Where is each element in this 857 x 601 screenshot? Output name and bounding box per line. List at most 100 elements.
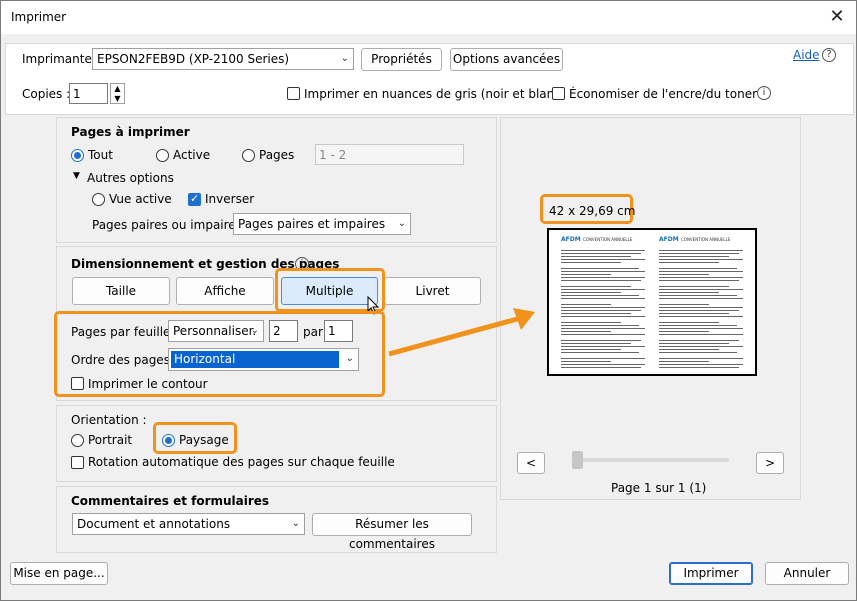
page-info: Page 1 sur 1 (1) bbox=[611, 481, 707, 495]
columns-input[interactable]: 2 bbox=[269, 320, 298, 342]
preview-text-line bbox=[659, 367, 739, 368]
pages-per-sheet-label: Pages par feuille : bbox=[71, 325, 179, 339]
chevron-down-icon: ⌄ bbox=[397, 218, 406, 229]
pages-current-radio[interactable] bbox=[156, 149, 169, 162]
preview-text-line bbox=[561, 250, 645, 251]
save-ink-label: Économiser de l'encre/du toner bbox=[569, 87, 758, 101]
prev-page-button[interactable]: < bbox=[517, 452, 545, 474]
window-title: Imprimer bbox=[11, 10, 67, 24]
more-options-label[interactable]: Autres options bbox=[87, 171, 174, 185]
page-order-value: Horizontal bbox=[171, 351, 339, 368]
portrait-radio[interactable] bbox=[71, 434, 84, 447]
page-slider-thumb[interactable] bbox=[572, 451, 583, 469]
info-icon[interactable]: i bbox=[757, 86, 771, 100]
print-border-checkbox[interactable] bbox=[71, 377, 84, 390]
preview-text-line bbox=[561, 310, 641, 311]
preview-text-line bbox=[561, 307, 645, 308]
copies-input[interactable]: 1 bbox=[69, 83, 108, 104]
preview-text-line bbox=[659, 358, 743, 359]
current-view-radio[interactable] bbox=[92, 193, 105, 206]
pages-all-label: Tout bbox=[88, 148, 113, 162]
page-setup-button[interactable]: Mise en page... bbox=[10, 562, 108, 585]
preview-text-line bbox=[561, 343, 631, 344]
reverse-checkbox[interactable] bbox=[188, 192, 201, 206]
print-dialog: Imprimer ✕ Imprimante : EPSON2FEB9D (XP-… bbox=[0, 0, 857, 601]
by-label: par bbox=[303, 325, 323, 339]
odd-even-value: Pages paires et impaires bbox=[238, 217, 386, 231]
preview-text-line bbox=[561, 277, 645, 278]
preview-text-line bbox=[561, 271, 645, 272]
reverse-label: Inverser bbox=[205, 192, 255, 206]
tab-size[interactable]: Taille bbox=[72, 277, 170, 305]
pages-range-label: Pages bbox=[259, 148, 295, 162]
preview-text-line bbox=[561, 268, 639, 269]
current-view-label: Vue active bbox=[109, 192, 172, 206]
printer-value: EPSON2FEB9D (XP-2100 Series) bbox=[97, 52, 290, 66]
preview-text-line bbox=[659, 253, 739, 254]
doc-logo-left: AFDM bbox=[561, 236, 581, 243]
landscape-label: Paysage bbox=[179, 433, 229, 447]
help-link[interactable]: Aide bbox=[793, 48, 820, 62]
preview-text-line bbox=[561, 253, 641, 254]
preview-text-line bbox=[659, 262, 719, 263]
preview-text-line bbox=[561, 367, 641, 368]
preview-text-line bbox=[561, 331, 611, 332]
preview-text-line bbox=[561, 325, 639, 326]
preview-text-line bbox=[561, 349, 621, 350]
rows-input[interactable]: 1 bbox=[324, 320, 353, 342]
advanced-options-button[interactable]: Options avancées bbox=[450, 48, 563, 71]
preview-text-line bbox=[659, 310, 739, 311]
print-button[interactable]: Imprimer bbox=[669, 562, 753, 585]
preview-text-line bbox=[561, 361, 611, 362]
summarize-comments-button[interactable]: Résumer les commentaires bbox=[312, 513, 472, 551]
page-slider-track[interactable] bbox=[572, 458, 729, 462]
preview-text-line bbox=[659, 343, 729, 344]
comments-select[interactable]: Document et annotations ⌄ bbox=[72, 513, 305, 535]
page-order-select[interactable]: Horizontal ⌄ bbox=[168, 348, 359, 371]
preview-text-line bbox=[659, 322, 719, 323]
preview-text-line bbox=[659, 340, 739, 341]
preview-text-line bbox=[659, 304, 709, 305]
tab-booklet[interactable]: Livret bbox=[384, 277, 481, 305]
preview-text-line bbox=[561, 364, 645, 365]
next-page-button[interactable]: > bbox=[756, 452, 784, 474]
odd-even-label: Pages paires ou impaires : bbox=[92, 218, 250, 232]
preview-text-line bbox=[561, 292, 621, 293]
preview-text-line bbox=[561, 295, 639, 296]
comments-value: Document et annotations bbox=[77, 517, 231, 531]
auto-rotate-checkbox[interactable] bbox=[71, 456, 84, 469]
printer-label: Imprimante : bbox=[22, 52, 100, 66]
pages-range-radio[interactable] bbox=[242, 149, 255, 162]
pages-current-label: Active bbox=[173, 148, 211, 162]
odd-even-select[interactable]: Pages paires et impaires ⌄ bbox=[233, 213, 411, 235]
preview-text-line bbox=[659, 277, 743, 278]
page-order-label: Ordre des pages : bbox=[71, 353, 178, 367]
grayscale-checkbox[interactable] bbox=[287, 87, 300, 100]
preview-text-line bbox=[561, 298, 645, 299]
copies-stepper[interactable]: ▲ ▼ bbox=[110, 83, 125, 104]
pages-per-sheet-select[interactable]: Personnaliser. ⌄ bbox=[168, 320, 264, 342]
preview-text-line bbox=[659, 331, 709, 332]
collapse-triangle-icon[interactable]: ▼ bbox=[73, 171, 80, 181]
save-ink-checkbox[interactable] bbox=[552, 87, 565, 100]
help-icon[interactable]: ? bbox=[822, 48, 836, 62]
preview-text-line bbox=[659, 316, 743, 317]
title-bar: Imprimer ✕ bbox=[1, 1, 856, 34]
chevron-down-icon: ⌄ bbox=[345, 353, 354, 364]
preview-text-line bbox=[659, 328, 743, 329]
doc-text-left bbox=[561, 250, 645, 370]
preview-text-line bbox=[561, 352, 639, 353]
cancel-button[interactable]: Annuler bbox=[765, 562, 849, 585]
preview-text-line bbox=[561, 322, 621, 323]
preview-text-line bbox=[659, 313, 729, 314]
close-icon[interactable]: ✕ bbox=[826, 6, 848, 28]
tab-poster[interactable]: Affiche bbox=[176, 277, 274, 305]
preview-text-line bbox=[659, 334, 743, 335]
pages-all-radio[interactable] bbox=[71, 149, 84, 162]
pages-range-input[interactable]: 1 - 2 bbox=[315, 144, 464, 165]
landscape-radio[interactable] bbox=[162, 434, 175, 447]
printer-select[interactable]: EPSON2FEB9D (XP-2100 Series) ⌄ bbox=[92, 48, 354, 70]
preview-text-line bbox=[659, 280, 739, 281]
preview-text-line bbox=[659, 346, 743, 347]
properties-button[interactable]: Propriétés bbox=[361, 48, 442, 71]
